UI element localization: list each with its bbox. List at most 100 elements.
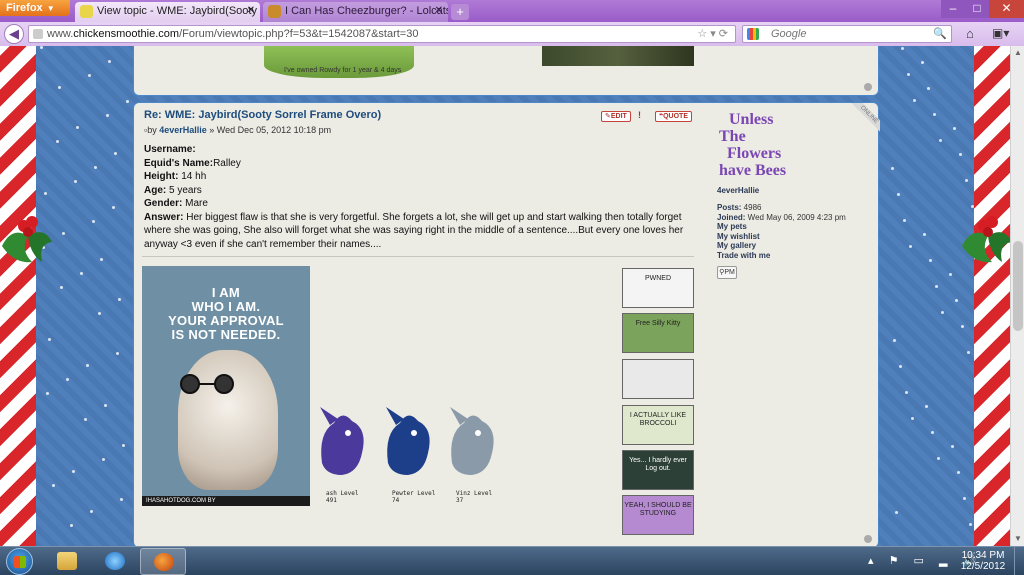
scroll-up-icon[interactable]: ▲ (1011, 46, 1024, 60)
pm-button[interactable]: ⚲PM (717, 266, 737, 279)
taskbar-firefox[interactable] (140, 548, 186, 575)
post-field-label: Equid's Name: (144, 157, 214, 169)
snowflake (961, 325, 964, 328)
snowflake (911, 417, 914, 420)
snowflake (46, 392, 49, 395)
tab-label: View topic - WME: Jaybird(Sooty Sorrel..… (97, 5, 260, 17)
signature-badge: YEAH, I SHOULD BE STUDYING (622, 495, 694, 535)
new-tab-button[interactable]: + (451, 4, 469, 20)
pet-image[interactable] (312, 403, 372, 483)
logo-line: have Bees (719, 162, 787, 179)
snowflake (901, 47, 904, 50)
profile-username[interactable]: 4everHallie (717, 186, 759, 195)
window-titlebar: Firefox ▼ View topic - WME: Jaybird(Sooty… (0, 0, 1024, 22)
firefox-menu-label: Firefox (6, 2, 43, 14)
start-button[interactable] (6, 548, 33, 575)
pet-image[interactable] (378, 403, 438, 483)
badge-text: I ACTUALLY LIKE BROCCOLI (629, 412, 687, 427)
taskbar-clock[interactable]: 10:34 PM 12/5/2012 (958, 550, 1008, 572)
holly-decoration-left (2, 216, 52, 263)
taskbar-internet-explorer[interactable] (92, 548, 138, 575)
signature-badge: Free Silly Kitty (622, 313, 694, 353)
post-field-label: Gender: (144, 198, 183, 209)
bookmarks-icon[interactable]: ▣▾ (992, 26, 1009, 40)
signature-banner-caption: I've owned Rowdy for 1 year & 4 days (284, 67, 402, 74)
close-window-button[interactable]: ✕ (989, 0, 1024, 18)
dog-image-caption: I AM WHO I AM. YOUR APPROVAL IS NOT NEEDED. (142, 286, 310, 342)
post-field: Equid's Name:Ralley (144, 157, 694, 171)
pet-label: Pewter Level 74 (392, 490, 435, 504)
profile-link[interactable]: My pets (717, 222, 770, 232)
edit-button[interactable]: ✎EDIT (601, 111, 631, 122)
snowflake (92, 220, 95, 223)
quote-button[interactable]: ❝QUOTE (655, 111, 692, 122)
maximize-button[interactable]: □ (965, 0, 989, 18)
post-field-label: Answer: (144, 211, 184, 223)
signature-badge: PWNED (622, 268, 694, 308)
windows-logo-icon (14, 556, 26, 568)
profile-link[interactable]: My wishlist (717, 232, 770, 242)
chevron-down-icon: ▼ (46, 4, 55, 13)
user-signature-logo: Unless The Flowers have Bees (719, 111, 839, 179)
close-tab-icon[interactable]: ✕ (247, 5, 255, 16)
google-icon[interactable] (747, 28, 759, 40)
search-icon[interactable]: 🔍 (933, 27, 947, 40)
home-icon[interactable]: ⌂ (966, 26, 974, 41)
report-button[interactable]: ! (635, 111, 645, 122)
post-author-link[interactable]: 4everHallie (159, 125, 207, 135)
firefox-icon (154, 553, 174, 571)
post-field-label: Height: (144, 171, 179, 182)
snowflake (927, 87, 930, 90)
snowflake (895, 511, 898, 514)
pet-image[interactable] (442, 403, 502, 483)
minimize-button[interactable]: – (941, 0, 965, 18)
page-scrollbar[interactable]: ▲ ▼ (1010, 46, 1024, 546)
scroll-down-icon[interactable]: ▼ (1011, 532, 1024, 546)
snowflake (941, 311, 944, 314)
search-input[interactable] (771, 28, 921, 40)
back-button[interactable]: ◀ (4, 24, 24, 44)
search-bar[interactable]: 🔍 (742, 25, 952, 43)
holly-decoration-right (962, 216, 1010, 263)
back-to-top-icon[interactable] (864, 83, 872, 91)
post-field-label: Username: (144, 144, 196, 155)
post-meta-by: by (147, 125, 160, 135)
snowflake (969, 523, 972, 526)
snowflake (108, 60, 111, 63)
snowflake (88, 74, 91, 77)
tab-cheezburger[interactable]: I Can Has Cheezburger? - Lolcats n F... … (263, 2, 448, 22)
scroll-thumb[interactable] (1013, 241, 1023, 331)
post-date: » Wed Dec 05, 2012 10:18 pm (206, 125, 332, 135)
signature-badge (622, 359, 694, 399)
close-tab-icon[interactable]: ✕ (435, 5, 443, 16)
dog-motivational-image: I AM WHO I AM. YOUR APPROVAL IS NOT NEEDED.… (142, 266, 310, 506)
signature-badge: Yes... I hardly ever Log out. (622, 450, 694, 490)
url-text[interactable]: www.chickensmoothie.com/Forum/viewtopic.… (47, 28, 418, 40)
edit-label: EDIT (610, 113, 627, 120)
post-title[interactable]: Re: WME: Jaybird(Sooty Sorrel Frame Over… (144, 109, 381, 121)
pet-name: Pewter Level (392, 490, 436, 497)
profile-link[interactable]: Trade with me (717, 251, 770, 261)
tab-view-topic[interactable]: View topic - WME: Jaybird(Sooty Sorrel..… (75, 2, 260, 22)
snowflake (951, 445, 954, 448)
snowflake (957, 471, 960, 474)
taskbar-explorer[interactable] (44, 548, 90, 575)
profile-link[interactable]: My gallery (717, 241, 770, 251)
snowflake (72, 470, 75, 473)
badge-text: Free Silly Kitty (635, 320, 681, 327)
site-identity-icon[interactable] (33, 29, 43, 39)
bookmark-star-icon[interactable]: ☆▾⟳ (697, 27, 731, 40)
address-bar[interactable]: www.chickensmoothie.com/Forum/viewtopic.… (28, 25, 736, 43)
snowflake (909, 245, 912, 248)
back-to-top-icon[interactable] (864, 535, 872, 543)
firefox-menu-button[interactable]: Firefox ▼ (0, 0, 70, 16)
snowflake (953, 127, 956, 130)
show-desktop-button[interactable] (1014, 547, 1024, 575)
snowflake (903, 219, 906, 222)
post-field-value: 14 hh (178, 171, 207, 182)
snowflake (66, 378, 69, 381)
snowflake (931, 431, 934, 434)
post-field: Answer: Her biggest flaw is that she is … (144, 211, 694, 252)
dog-figure (178, 350, 278, 490)
navigation-toolbar: ◀ www.chickensmoothie.com/Forum/viewtopi… (0, 22, 1024, 46)
